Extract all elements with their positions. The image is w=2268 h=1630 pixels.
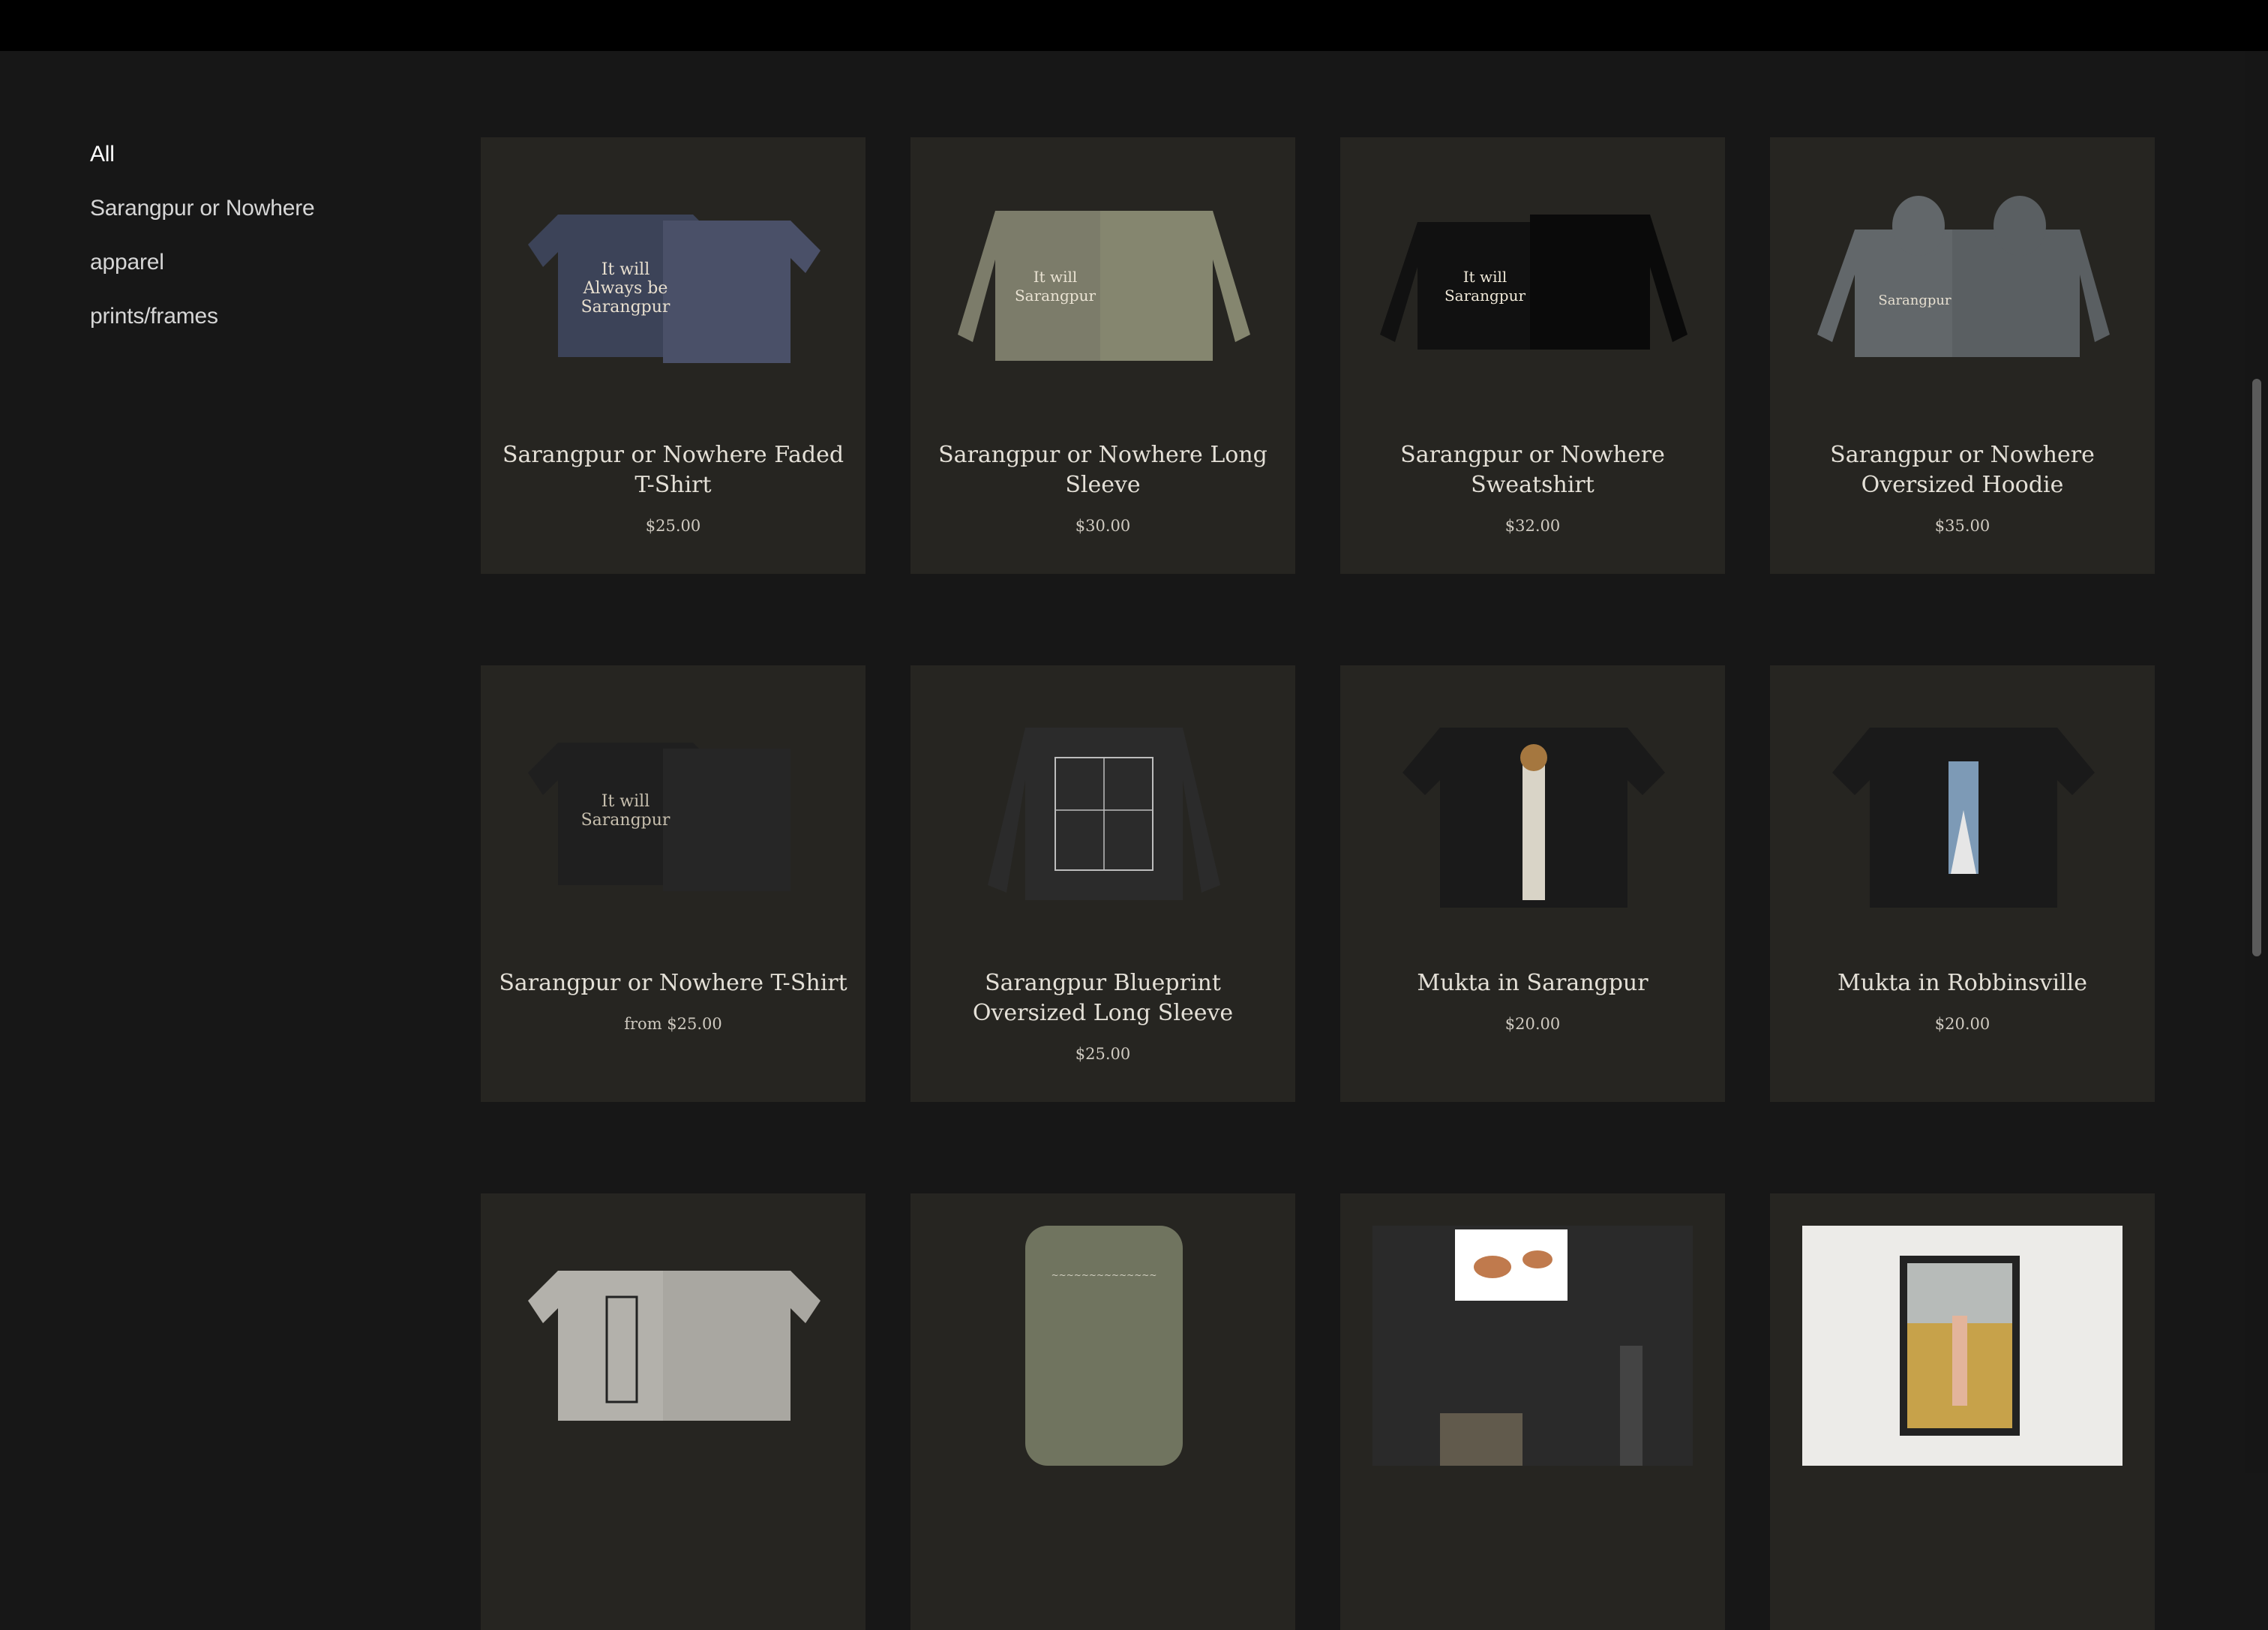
product-card[interactable]: It will Sarangpur Sarangpur or Nowhere T…: [481, 665, 866, 1102]
product-price: $30.00: [1075, 517, 1131, 535]
product-image: It will Sarangpur: [958, 211, 1250, 361]
svg-text:Sarangpur: Sarangpur: [581, 811, 670, 830]
product-image: [1402, 728, 1665, 908]
svg-text:Sarangpur: Sarangpur: [581, 298, 670, 317]
product-name: Sarangpur or Nowhere Faded T-Shirt: [502, 442, 844, 498]
product-image: It will Always be Sarangpur: [528, 215, 820, 363]
product-image: It will Sarangpur: [528, 743, 790, 891]
browser-top-bar: [0, 0, 2268, 51]
product-name: Sarangpur or Nowhere Sweatshirt: [1400, 442, 1665, 498]
category-sarangpur-or-nowhere[interactable]: Sarangpur or Nowhere: [90, 188, 405, 242]
product-price: $20.00: [1934, 1015, 1990, 1033]
product-card[interactable]: Sarangpur Sarangpur or Nowhere Oversized…: [1770, 137, 2155, 574]
product-image: It will Sarangpur: [1380, 215, 1688, 350]
product-name: Mukta in Sarangpur: [1417, 970, 1648, 996]
product-price: $25.00: [645, 517, 701, 535]
product-card[interactable]: ~~~~~~~~~~~~~~: [910, 1193, 1295, 1630]
svg-text:It will: It will: [1463, 268, 1508, 286]
product-name: Sarangpur or Nowhere Oversized Hoodie: [1830, 442, 2095, 498]
svg-text:It will: It will: [602, 792, 650, 811]
svg-text:It will: It will: [1034, 268, 1078, 286]
category-prints-frames[interactable]: prints/frames: [90, 296, 405, 350]
product-image: [1832, 728, 2095, 908]
product-card[interactable]: Mukta in Robbinsville $20.00: [1770, 665, 2155, 1102]
svg-text:Sarangpur: Sarangpur: [1878, 293, 1952, 308]
svg-text:Sarangpur: Sarangpur: [1015, 287, 1096, 305]
product-image: [1372, 1226, 1693, 1466]
product-name: Mukta in Robbinsville: [1837, 970, 2087, 996]
product-price: $32.00: [1504, 517, 1561, 535]
product-name: Sarangpur Blueprint Oversized Long Sleev…: [972, 970, 1234, 1026]
product-image: [528, 1271, 820, 1421]
product-image: ~~~~~~~~~~~~~~: [1025, 1226, 1183, 1466]
category-sidebar: All Sarangpur or Nowhere apparel prints/…: [90, 134, 405, 350]
product-image: [988, 728, 1220, 900]
svg-text:~~~~~~~~~~~~~~: ~~~~~~~~~~~~~~: [1052, 1270, 1157, 1280]
svg-text:Always be: Always be: [583, 279, 668, 298]
product-card[interactable]: [1340, 1193, 1725, 1630]
product-price: $20.00: [1504, 1015, 1561, 1033]
product-price: $35.00: [1934, 517, 1990, 535]
product-image: [1802, 1226, 2122, 1466]
product-card[interactable]: [1770, 1193, 2155, 1630]
product-card[interactable]: Sarangpur Blueprint Oversized Long Sleev…: [910, 665, 1295, 1102]
scrollbar-thumb[interactable]: [2252, 379, 2261, 956]
product-image: Sarangpur: [1817, 196, 2110, 357]
product-card[interactable]: [481, 1193, 866, 1630]
svg-text:Sarangpur: Sarangpur: [1444, 287, 1526, 305]
category-apparel[interactable]: apparel: [90, 242, 405, 296]
product-name: Sarangpur or Nowhere T-Shirt: [499, 970, 848, 996]
product-card[interactable]: It will Always be Sarangpur Sarangpur or…: [481, 137, 866, 574]
category-all[interactable]: All: [90, 134, 405, 188]
product-card[interactable]: It will Sarangpur Sarangpur or Nowhere L…: [910, 137, 1295, 574]
product-card[interactable]: It will Sarangpur Sarangpur or Nowhere S…: [1340, 137, 1725, 574]
product-card[interactable]: Mukta in Sarangpur $20.00: [1340, 665, 1725, 1102]
product-price: $25.00: [1075, 1045, 1131, 1063]
product-name: Sarangpur or Nowhere Long Sleeve: [938, 442, 1268, 498]
svg-text:It will: It will: [602, 260, 650, 279]
product-price: from $25.00: [624, 1015, 722, 1033]
